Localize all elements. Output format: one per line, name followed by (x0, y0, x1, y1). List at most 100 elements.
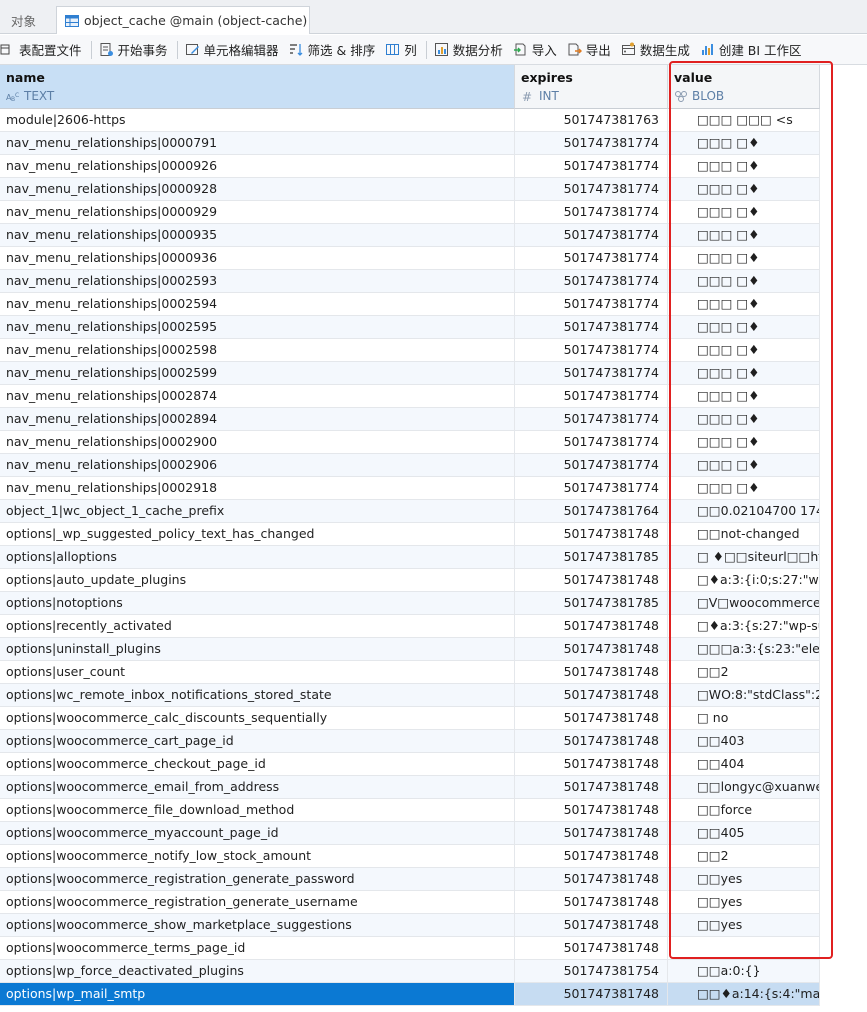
cell-name[interactable]: options|woocommerce_myaccount_page_id (0, 822, 515, 844)
cell-name[interactable]: nav_menu_relationships|0002598 (0, 339, 515, 361)
cell-value[interactable]: □□longyc@xuanwei.c (668, 776, 820, 798)
columns-button[interactable]: 列 (381, 35, 423, 64)
cell-value[interactable]: □□□ □♦ (668, 431, 820, 453)
cell-value[interactable]: □□2 (668, 845, 820, 867)
cell-name[interactable]: object_1|wc_object_1_cache_prefix (0, 500, 515, 522)
cell-expires[interactable]: 501747381748 (515, 523, 668, 545)
cell-value[interactable]: □□□a:3:{s:23:"elemer (668, 638, 820, 660)
table-row[interactable]: nav_menu_relationships|0002900 5017473817… (0, 431, 820, 454)
cell-name[interactable]: options|_wp_suggested_policy_text_has_ch… (0, 523, 515, 545)
cell-expires[interactable]: 501747381774 (515, 178, 668, 200)
cell-value[interactable]: □□□ □♦ (668, 477, 820, 499)
cell-value[interactable]: □□2 (668, 661, 820, 683)
start-transaction-button[interactable]: 开始事务 (95, 35, 174, 64)
table-row[interactable]: options|woocommerce_calc_discounts_seque… (0, 707, 820, 730)
cell-name[interactable]: options|woocommerce_file_download_method (0, 799, 515, 821)
cell-value[interactable]: □□□ □♦ (668, 362, 820, 384)
cell-value[interactable]: □V□woocommerce_f (668, 592, 820, 614)
cell-value[interactable] (668, 937, 820, 959)
cell-expires[interactable]: 501747381748 (515, 983, 668, 1005)
cell-expires[interactable]: 501747381774 (515, 247, 668, 269)
cell-value[interactable]: □□yes (668, 914, 820, 936)
cell-value[interactable]: □□□ □♦ (668, 408, 820, 430)
cell-name[interactable]: options|woocommerce_checkout_page_id (0, 753, 515, 775)
table-row[interactable]: nav_menu_relationships|0002906 5017473817… (0, 454, 820, 477)
cell-expires[interactable]: 501747381774 (515, 270, 668, 292)
cell-expires[interactable]: 501747381774 (515, 201, 668, 223)
cell-name[interactable]: options|woocommerce_notify_low_stock_amo… (0, 845, 515, 867)
cell-expires[interactable]: 501747381774 (515, 385, 668, 407)
cell-name[interactable]: nav_menu_relationships|0000926 (0, 155, 515, 177)
cell-expires[interactable]: 501747381748 (515, 707, 668, 729)
cell-value[interactable]: □□yes (668, 868, 820, 890)
table-row[interactable]: options|_wp_suggested_policy_text_has_ch… (0, 523, 820, 546)
cell-expires[interactable]: 501747381748 (515, 914, 668, 936)
cell-expires[interactable]: 501747381774 (515, 316, 668, 338)
cell-value[interactable]: □□□ □♦ (668, 132, 820, 154)
cell-expires[interactable]: 501747381748 (515, 891, 668, 913)
table-row[interactable]: nav_menu_relationships|0000936 5017473817… (0, 247, 820, 270)
cell-name[interactable]: nav_menu_relationships|0000928 (0, 178, 515, 200)
cell-value[interactable]: □□□ □♦ (668, 293, 820, 315)
cell-expires[interactable]: 501747381748 (515, 845, 668, 867)
cell-name[interactable]: nav_menu_relationships|0002594 (0, 293, 515, 315)
cell-name[interactable]: nav_menu_relationships|0002599 (0, 362, 515, 384)
table-row[interactable]: options|woocommerce_terms_page_id 5017473… (0, 937, 820, 960)
table-row[interactable]: nav_menu_relationships|0002593 5017473817… (0, 270, 820, 293)
cell-name[interactable]: options|uninstall_plugins (0, 638, 515, 660)
column-header-value[interactable]: value BLOB (668, 65, 820, 109)
cell-name[interactable]: options|wp_mail_smtp (0, 983, 515, 1005)
cell-name[interactable]: options|woocommerce_email_from_address (0, 776, 515, 798)
cell-name[interactable]: options|user_count (0, 661, 515, 683)
column-header-expires[interactable]: expires # INT (515, 65, 668, 109)
cell-name[interactable]: options|wc_remote_inbox_notifications_st… (0, 684, 515, 706)
cell-value[interactable]: □♦a:3:{i:0;s:27:"wp-su (668, 569, 820, 591)
table-row[interactable]: options|wc_remote_inbox_notifications_st… (0, 684, 820, 707)
cell-name[interactable]: nav_menu_relationships|0002894 (0, 408, 515, 430)
cell-value[interactable]: □□□ □♦ (668, 247, 820, 269)
table-row[interactable]: nav_menu_relationships|0002599 5017473817… (0, 362, 820, 385)
cell-value[interactable]: □□force (668, 799, 820, 821)
table-row[interactable]: options|user_count 501747381748 □□2 (0, 661, 820, 684)
cell-name[interactable]: options|wp_force_deactivated_plugins (0, 960, 515, 982)
cell-expires[interactable]: 501747381748 (515, 638, 668, 660)
cell-value[interactable]: □WO:8:"stdClass":2:{ (668, 684, 820, 706)
cell-name[interactable]: nav_menu_relationships|0002918 (0, 477, 515, 499)
cell-expires[interactable]: 501747381774 (515, 224, 668, 246)
cell-value[interactable]: □□□ □♦ (668, 339, 820, 361)
cell-expires[interactable]: 501747381763 (515, 109, 668, 131)
cell-value[interactable]: □□not-changed (668, 523, 820, 545)
cell-value[interactable]: □□□ □♦ (668, 224, 820, 246)
cell-name[interactable]: nav_menu_relationships|0002906 (0, 454, 515, 476)
table-row[interactable]: nav_menu_relationships|0002598 5017473817… (0, 339, 820, 362)
tab-objects[interactable]: 对象 (0, 6, 52, 34)
table-row[interactable]: options|woocommerce_myaccount_page_id 501… (0, 822, 820, 845)
table-row[interactable]: nav_menu_relationships|0000929 5017473817… (0, 201, 820, 224)
table-row[interactable]: nav_menu_relationships|0002918 5017473817… (0, 477, 820, 500)
table-row[interactable]: options|notoptions 501747381785 □V□woocomm… (0, 592, 820, 615)
table-row[interactable]: nav_menu_relationships|0002594 5017473817… (0, 293, 820, 316)
cell-expires[interactable]: 501747381748 (515, 753, 668, 775)
cell-name[interactable]: nav_menu_relationships|0002593 (0, 270, 515, 292)
table-row[interactable]: module|2606-https 501747381763 □□□ □□□ <s (0, 109, 820, 132)
table-row[interactable]: options|uninstall_plugins 501747381748 □□□… (0, 638, 820, 661)
cell-expires[interactable]: 501747381748 (515, 615, 668, 637)
cell-expires[interactable]: 501747381774 (515, 477, 668, 499)
table-row[interactable]: nav_menu_relationships|0002595 5017473817… (0, 316, 820, 339)
cell-value[interactable]: □□□ □♦ (668, 201, 820, 223)
table-row[interactable]: options|woocommerce_registration_generat… (0, 891, 820, 914)
cell-name[interactable]: options|woocommerce_cart_page_id (0, 730, 515, 752)
table-config-button[interactable]: 表配置文件 (0, 35, 88, 64)
cell-name[interactable]: nav_menu_relationships|0002900 (0, 431, 515, 453)
cell-name[interactable]: nav_menu_relationships|0002595 (0, 316, 515, 338)
cell-expires[interactable]: 501747381774 (515, 293, 668, 315)
cell-value[interactable]: □ no (668, 707, 820, 729)
create-bi-workspace-button[interactable]: 创建 BI 工作区 (696, 35, 808, 64)
cell-expires[interactable]: 501747381748 (515, 730, 668, 752)
table-row[interactable]: nav_menu_relationships|0002894 5017473817… (0, 408, 820, 431)
table-row[interactable]: options|woocommerce_show_marketplace_sug… (0, 914, 820, 937)
cell-name[interactable]: nav_menu_relationships|0000929 (0, 201, 515, 223)
table-row[interactable]: options|wp_force_deactivated_plugins 5017… (0, 960, 820, 983)
table-row[interactable]: options|wp_mail_smtp 501747381748 □□♦a:14:… (0, 983, 820, 1006)
cell-value[interactable]: □□a:0:{} (668, 960, 820, 982)
